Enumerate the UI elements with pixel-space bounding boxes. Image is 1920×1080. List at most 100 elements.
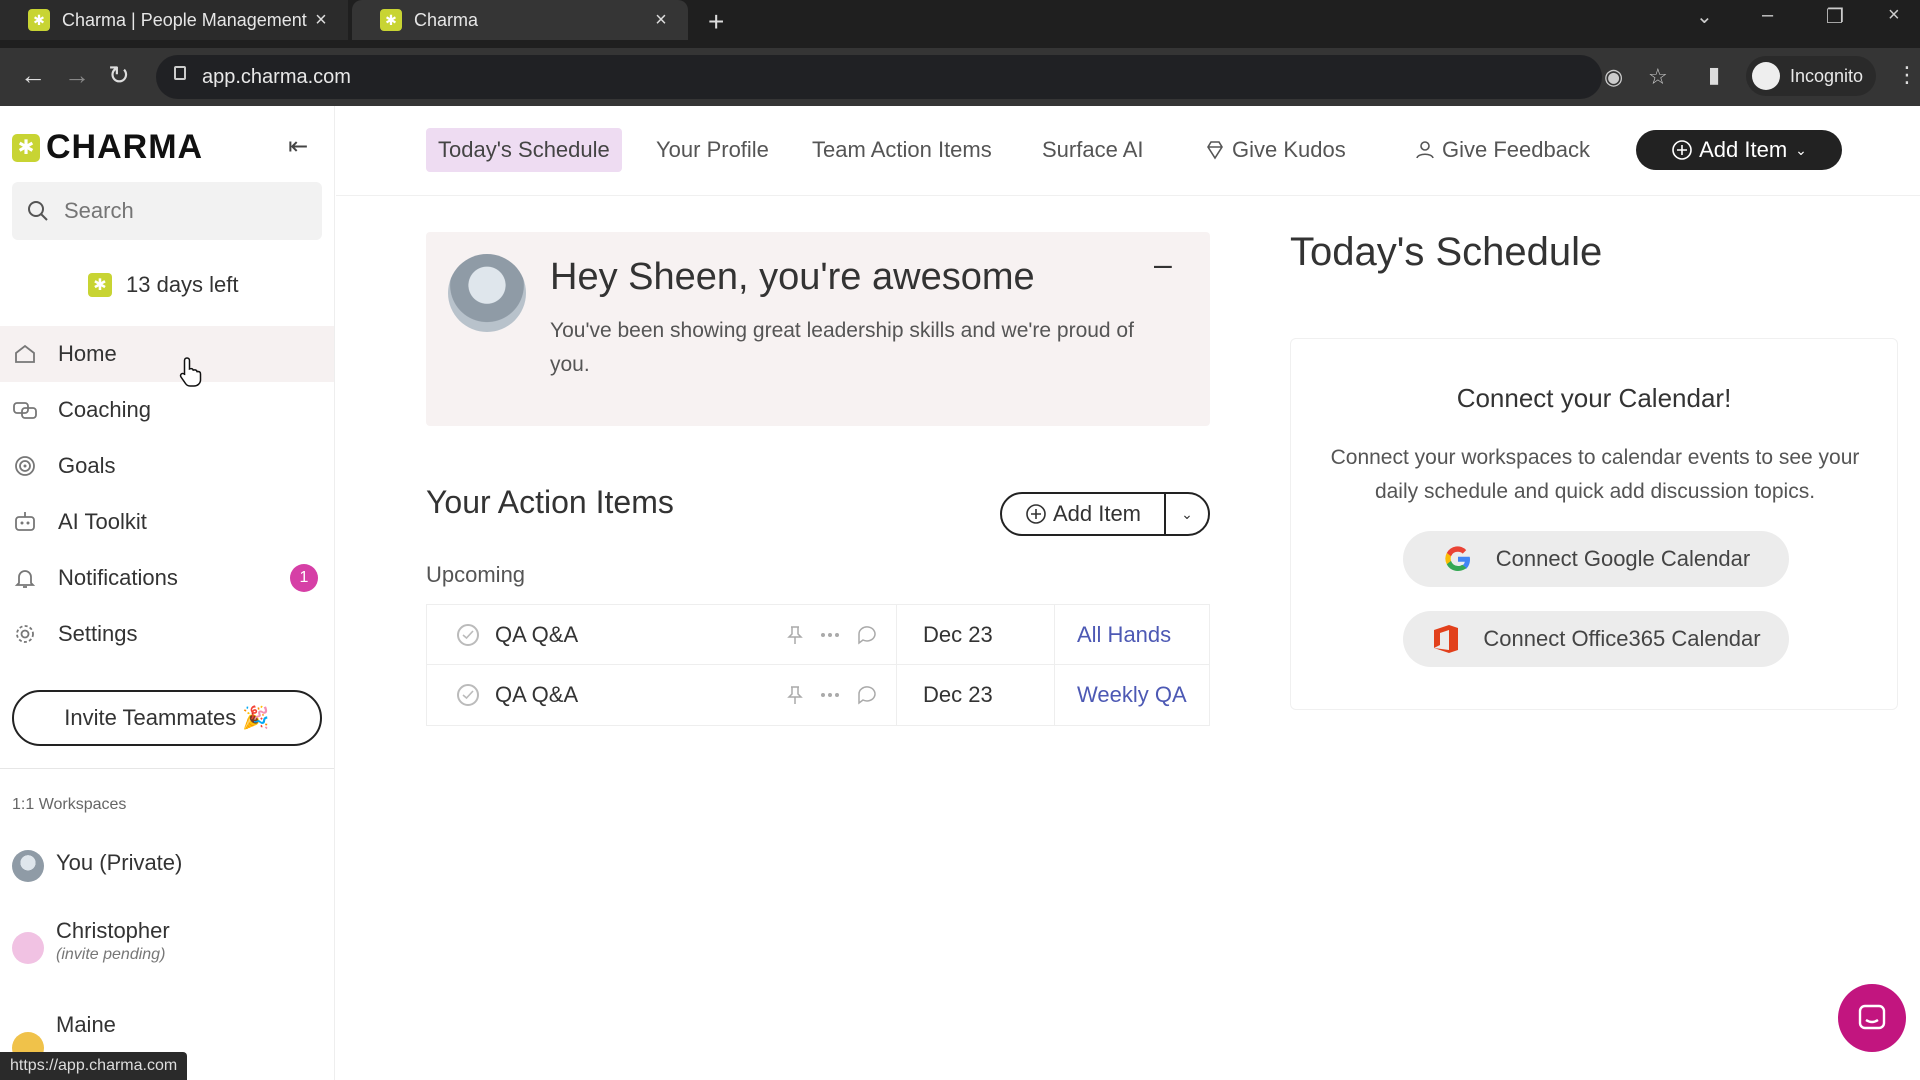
kudos-heading: Hey Sheen, you're awesome	[550, 256, 1035, 298]
charma-logo[interactable]: ✱ CHARMA	[12, 128, 203, 167]
chevron-down-icon: ⌄	[1795, 141, 1807, 158]
notification-count-badge: 1	[290, 564, 318, 592]
search-input[interactable]	[64, 198, 304, 224]
avatar	[12, 932, 44, 964]
chevron-down-icon[interactable]: ⌄	[1166, 506, 1208, 523]
forward-icon[interactable]: →	[64, 60, 90, 91]
browser-address-bar: ← → ↻ app.charma.com ◉ ☆ ▮ Incognito ⋮	[0, 48, 1920, 106]
table-row[interactable]: QA Q&A Dec 23 Weekly QA	[427, 665, 1209, 725]
invite-teammates-button[interactable]: Invite Teammates 🎉	[12, 690, 322, 746]
charma-favicon-icon: ✱	[380, 9, 402, 31]
chat-support-button[interactable]	[1838, 984, 1906, 1052]
gear-icon	[12, 622, 38, 646]
minimize-icon[interactable]: –	[1762, 4, 1773, 27]
action-add-item-label: Add Item	[1052, 501, 1142, 526]
close-tab-icon[interactable]: ×	[648, 9, 674, 32]
lock-icon	[174, 66, 186, 80]
tracking-off-icon[interactable]: ◉	[1604, 64, 1623, 90]
sidebar-item-settings[interactable]: Settings	[0, 606, 334, 662]
tab-search-icon[interactable]: ⌄	[1696, 4, 1713, 29]
more-dots-icon[interactable]	[820, 692, 840, 698]
add-item-label: Add Item	[1699, 137, 1788, 162]
close-tab-icon[interactable]: ×	[308, 9, 334, 32]
check-circle-icon[interactable]	[457, 623, 479, 646]
pin-icon[interactable]	[786, 685, 804, 705]
sidebar-item-label: Home	[58, 341, 117, 366]
tab-team-action-items[interactable]: Team Action Items	[812, 128, 992, 172]
sidebar-item-label: Notifications	[58, 565, 178, 590]
sidebar-item-label: Settings	[58, 621, 138, 646]
goals-icon	[12, 454, 38, 478]
tab-give-kudos[interactable]: Give Kudos	[1204, 128, 1346, 172]
sidebar-item-notifications[interactable]: Notifications 1	[0, 550, 334, 606]
sidebar-item-ai-toolkit[interactable]: AI Toolkit	[0, 494, 334, 550]
bookmark-star-icon[interactable]: ☆	[1648, 64, 1668, 90]
brand-name: CHARMA	[46, 128, 204, 166]
check-circle-icon[interactable]	[457, 684, 479, 706]
add-item-button[interactable]: Add Item ⌄	[1636, 130, 1842, 170]
action-item-meeting-link[interactable]: All Hands	[1055, 622, 1209, 648]
side-panel-icon[interactable]: ▮	[1708, 62, 1720, 88]
connect-google-calendar-button[interactable]: Connect Google Calendar	[1403, 531, 1789, 587]
kudos-message: You've been showing great leadership ski…	[550, 319, 1134, 376]
browser-menu-icon[interactable]: ⋮	[1896, 62, 1918, 88]
tab-title: Charma	[414, 9, 479, 30]
incognito-icon	[1752, 62, 1780, 90]
sidebar-item-home[interactable]: Home	[0, 326, 334, 382]
incognito-badge[interactable]: Incognito	[1746, 56, 1876, 96]
kudos-avatar	[448, 254, 526, 332]
connect-office365-calendar-button[interactable]: Connect Office365 Calendar	[1403, 611, 1789, 667]
collapse-sidebar-icon[interactable]: ⇤	[288, 132, 308, 161]
office365-icon	[1431, 623, 1461, 655]
connect-calendar-card: Connect your Calendar! Connect your work…	[1290, 338, 1898, 710]
pin-icon[interactable]	[786, 625, 804, 645]
charma-logo-icon: ✱	[88, 273, 112, 297]
tab-surface-ai[interactable]: Surface AI	[1042, 128, 1144, 172]
more-dots-icon[interactable]	[820, 632, 840, 638]
reload-icon[interactable]: ↻	[108, 60, 130, 91]
action-add-item-button[interactable]: Add Item	[1002, 494, 1166, 534]
incognito-label: Incognito	[1790, 65, 1864, 86]
browser-tab-charma-people[interactable]: ✱ Charma | People Management S ×	[0, 0, 348, 40]
action-items-title: Your Action Items	[426, 484, 674, 520]
tab-label: Give Feedback	[1442, 137, 1590, 162]
charma-logo-icon: ✱	[12, 133, 40, 162]
bell-icon	[12, 566, 38, 590]
tab-todays-schedule[interactable]: Today's Schedule	[426, 128, 622, 172]
table-row[interactable]: QA Q&A Dec 23 All Hands	[427, 605, 1209, 665]
window-close-icon[interactable]: ×	[1888, 4, 1900, 27]
sidebar-item-goals[interactable]: Goals	[0, 438, 334, 494]
home-icon	[12, 342, 38, 366]
back-icon[interactable]: ←	[20, 60, 46, 91]
url-field[interactable]: app.charma.com ◉ ☆	[156, 55, 1668, 99]
feedback-icon	[1414, 139, 1436, 161]
sidebar-item-coaching[interactable]: Coaching	[0, 382, 334, 438]
workspace-status: (invite pending)	[56, 946, 166, 963]
comment-icon[interactable]	[856, 625, 878, 645]
search-box[interactable]	[12, 182, 322, 240]
tab-give-feedback[interactable]: Give Feedback	[1414, 128, 1590, 172]
hand-cursor-icon	[179, 357, 202, 387]
minimize-icon[interactable]: –	[1154, 246, 1172, 283]
workspace-item-you[interactable]: You (Private)	[12, 848, 182, 882]
browser-tab-charma[interactable]: ✱ Charma ×	[352, 0, 688, 40]
restore-icon[interactable]: ❐	[1826, 4, 1844, 29]
tab-your-profile[interactable]: Your Profile	[656, 128, 769, 172]
comment-icon[interactable]	[856, 685, 878, 705]
url-text: app.charma.com	[202, 66, 351, 88]
search-icon	[28, 201, 48, 221]
tab-title: Charma | People Management S	[62, 9, 308, 30]
action-item-title: QA Q&A	[495, 621, 579, 647]
sidebar-divider	[0, 768, 334, 769]
action-item-meeting-link[interactable]: Weekly QA	[1055, 682, 1209, 708]
calendar-card-text: Connect your workspaces to calendar even…	[1330, 446, 1860, 503]
kudos-card: Hey Sheen, you're awesome You've been sh…	[426, 232, 1210, 426]
new-tab-icon[interactable]: +	[708, 6, 724, 38]
workspace-item-christopher[interactable]: Christopher (invite pending)	[12, 916, 170, 964]
plus-circle-icon	[1671, 139, 1693, 161]
robot-icon	[12, 510, 38, 534]
action-item-date: Dec 23	[897, 665, 1055, 725]
workspace-name: Maine	[56, 1012, 116, 1037]
workspace-name: You (Private)	[56, 850, 183, 875]
coaching-icon	[12, 399, 38, 421]
